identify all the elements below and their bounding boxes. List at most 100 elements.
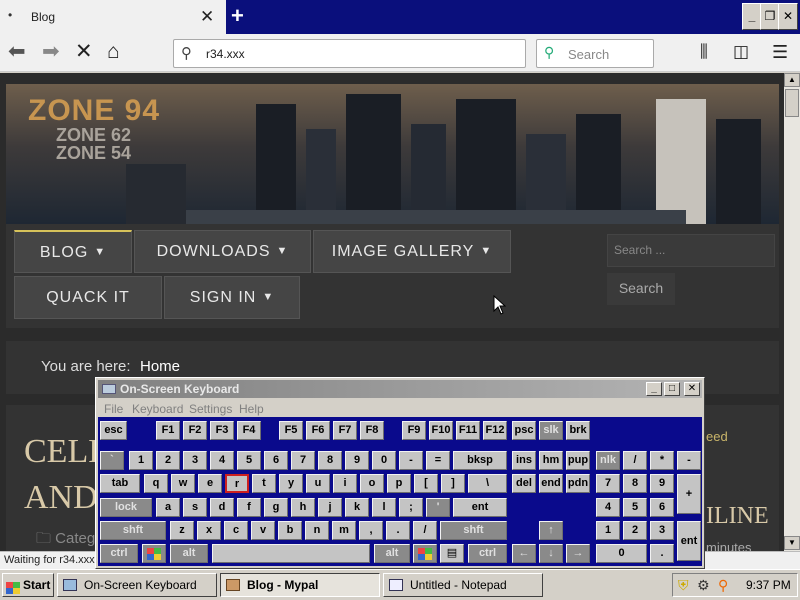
key-f4[interactable]: F4 (237, 421, 261, 440)
back-icon[interactable]: ⬅ (8, 39, 26, 65)
key-tab[interactable]: tab (100, 474, 140, 493)
key-y[interactable]: y (279, 474, 303, 493)
key-2[interactable]: 2 (156, 451, 180, 470)
nav-item-blog[interactable]: BLOG ▼ (14, 230, 132, 273)
osk-menu-keyboard[interactable]: Keyboard (132, 402, 183, 416)
key-w[interactable]: w (171, 474, 195, 493)
key-m[interactable]: m (332, 521, 356, 540)
key-end[interactable]: end (539, 474, 563, 493)
key-a[interactable]: a (156, 498, 180, 517)
key-j[interactable]: j (318, 498, 342, 517)
key-semicolon[interactable]: ; (399, 498, 423, 517)
key-f11[interactable]: F11 (456, 421, 480, 440)
start-button[interactable]: Start (2, 573, 54, 597)
osk-minimize-button[interactable]: _ (646, 382, 662, 396)
key-right-ctrl[interactable]: ctrl (468, 544, 507, 563)
minimize-button[interactable]: _ (742, 3, 762, 30)
key-4[interactable]: 4 (210, 451, 234, 470)
key-p[interactable]: p (387, 474, 411, 493)
key-o[interactable]: o (360, 474, 384, 493)
nav-item-quack-it[interactable]: QUACK IT (14, 276, 162, 319)
scroll-down-icon[interactable]: ▼ (784, 536, 800, 550)
key-num-5[interactable]: 5 (623, 498, 647, 517)
task-notepad[interactable]: Untitled - Notepad (383, 573, 543, 597)
new-tab-button[interactable]: + (231, 3, 244, 29)
key-arrow-right[interactable]: → (566, 544, 590, 563)
key-comma[interactable]: , (359, 521, 383, 540)
key-space[interactable] (212, 544, 370, 563)
stop-icon[interactable]: ✕ (75, 39, 93, 65)
key-arrow-down[interactable]: ↓ (539, 544, 563, 563)
key-v[interactable]: v (251, 521, 275, 540)
sidebar-icon[interactable]: ◫ (733, 39, 749, 65)
osk-menu-settings[interactable]: Settings (189, 402, 232, 416)
key-left-ctrl[interactable]: ctrl (100, 544, 138, 563)
key-arrow-up[interactable]: ↑ (539, 521, 563, 540)
key-f6[interactable]: F6 (306, 421, 330, 440)
key-f5[interactable]: F5 (279, 421, 303, 440)
nav-item-downloads[interactable]: DOWNLOADS ▼ (134, 230, 311, 273)
key-t[interactable]: t (252, 474, 276, 493)
site-logo[interactable]: ZONE 94 (28, 94, 160, 128)
key-backslash[interactable]: \ (468, 474, 507, 493)
key-n[interactable]: n (305, 521, 329, 540)
search-tray-icon[interactable]: ⚲ (718, 577, 728, 593)
key-right-alt[interactable]: alt (374, 544, 410, 563)
key-num-divide[interactable]: / (623, 451, 647, 470)
key-b[interactable]: b (278, 521, 302, 540)
key-9[interactable]: 9 (345, 451, 369, 470)
key-f7[interactable]: F7 (333, 421, 357, 440)
key-lbracket[interactable]: [ (414, 474, 438, 493)
key-quote[interactable]: ' (426, 498, 450, 517)
key-backtick[interactable]: ` (100, 451, 124, 470)
breadcrumb-home-link[interactable]: Home (140, 358, 180, 375)
key-num-1[interactable]: 1 (596, 521, 620, 540)
osk-close-button[interactable]: ✕ (684, 382, 700, 396)
key-app-menu[interactable]: ▤ (440, 544, 464, 563)
address-bar[interactable]: ⚲ r34.xxx (173, 39, 526, 68)
tab-blog[interactable]: • Blog ✕ (0, 0, 226, 34)
key-u[interactable]: u (306, 474, 330, 493)
key-q[interactable]: q (144, 474, 168, 493)
key-num-6[interactable]: 6 (650, 498, 674, 517)
nav-item-image-gallery[interactable]: IMAGE GALLERY ▼ (313, 230, 511, 273)
osk-maximize-button[interactable]: □ (664, 382, 680, 396)
key-c[interactable]: c (224, 521, 248, 540)
key-enter[interactable]: ent (453, 498, 507, 517)
key-d[interactable]: d (210, 498, 234, 517)
article-headline[interactable]: AND (24, 479, 98, 517)
library-icon[interactable]: ⫼ (700, 39, 708, 65)
key-backspace[interactable]: bksp (453, 451, 507, 470)
tab-close-icon[interactable]: ✕ (200, 7, 214, 27)
key-num-2[interactable]: 2 (623, 521, 647, 540)
key-num-minus[interactable]: - (677, 451, 701, 470)
scroll-thumb[interactable] (785, 89, 799, 117)
key-k[interactable]: k (345, 498, 369, 517)
key-f10[interactable]: F10 (429, 421, 453, 440)
key-3[interactable]: 3 (183, 451, 207, 470)
key-s[interactable]: s (183, 498, 207, 517)
key-pgdn[interactable]: pdn (566, 474, 590, 493)
forward-icon[interactable]: ➡ (42, 39, 60, 65)
scroll-up-icon[interactable]: ▲ (784, 73, 800, 87)
key-num-0[interactable]: 0 (596, 544, 647, 563)
task-on-screen-keyboard[interactable]: On-Screen Keyboard (57, 573, 217, 597)
key-h[interactable]: h (291, 498, 315, 517)
key-g[interactable]: g (264, 498, 288, 517)
key-pgup[interactable]: pup (566, 451, 590, 470)
nav-item-sign-in[interactable]: SIGN IN ▼ (164, 276, 300, 319)
osk-title-bar[interactable]: On-Screen Keyboard _ □ ✕ (98, 380, 702, 398)
key-f8[interactable]: F8 (360, 421, 384, 440)
key-z[interactable]: z (170, 521, 194, 540)
key-i[interactable]: i (333, 474, 357, 493)
key-rbracket[interactable]: ] (441, 474, 465, 493)
key-5[interactable]: 5 (237, 451, 261, 470)
clock[interactable]: 9:37 PM (746, 578, 791, 592)
key-left-shift[interactable]: shft (100, 521, 166, 540)
close-window-button[interactable]: ✕ (778, 3, 798, 30)
key-num-9[interactable]: 9 (650, 474, 674, 493)
key-6[interactable]: 6 (264, 451, 288, 470)
key-8[interactable]: 8 (318, 451, 342, 470)
browser-search-input[interactable]: ⚲ Search (536, 39, 654, 68)
key-left-windows[interactable] (142, 544, 166, 563)
